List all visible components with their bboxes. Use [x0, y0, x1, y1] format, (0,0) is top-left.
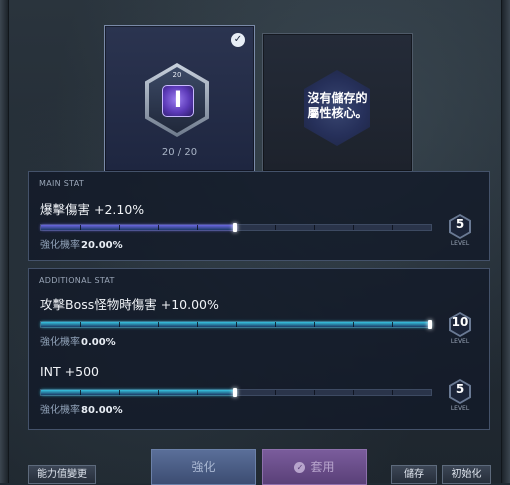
- window-frame-right: [501, 0, 510, 483]
- progress-segment-divider: [80, 322, 81, 327]
- progress-segment-divider: [314, 390, 315, 395]
- empty-slot-text-line1: 沒有儲存的: [307, 91, 368, 105]
- progress-segment-divider: [236, 322, 237, 327]
- check-icon: ✓: [231, 33, 245, 47]
- additional-stat-rate-value-2: 80.00%: [81, 405, 123, 416]
- apply-button[interactable]: ✓ 套用: [262, 449, 367, 485]
- main-stat-level: 5: [455, 217, 465, 231]
- additional-stat-rate-1: 強化機率0.00%: [40, 333, 116, 348]
- progress-segment-divider: [197, 390, 198, 395]
- stat-change-button[interactable]: 能力值變更: [28, 465, 96, 484]
- progress-tip: [428, 320, 432, 329]
- additional-stat-rate-label-1: 強化機率: [40, 337, 80, 348]
- progress-segment-divider: [158, 390, 159, 395]
- additional-stat-rate-value-1: 0.00%: [81, 337, 116, 348]
- progress-segment-divider: [353, 390, 354, 395]
- additional-stat-title: ADDITIONAL STAT: [39, 276, 115, 285]
- main-stat-level-label: LEVEL: [450, 240, 470, 247]
- additional-stat-name-2: INT +500: [40, 364, 99, 379]
- additional-stat-level-badge-2: 5 LEVEL: [444, 379, 476, 413]
- progress-segment-divider: [392, 322, 393, 327]
- main-stat-progress-fill: [41, 225, 236, 230]
- progress-segment-divider: [275, 390, 276, 395]
- main-stat-rate-label: 強化機率: [40, 240, 80, 251]
- progress-segment-divider: [119, 390, 120, 395]
- window-frame-left: [0, 0, 9, 483]
- main-stat-rate: 強化機率20.00%: [40, 236, 123, 251]
- core-count: 20 / 20: [161, 147, 198, 158]
- additional-stat-panel: ADDITIONAL STAT 攻擊Boss怪物時傷害 +10.00% 強化機率…: [28, 268, 490, 430]
- progress-segment-divider: [275, 225, 276, 230]
- main-stat-name: 爆擊傷害 +2.10%: [40, 202, 145, 217]
- progress-segment-divider: [158, 322, 159, 327]
- progress-segment-divider: [392, 390, 393, 395]
- main-stat-level-badge: 5 LEVEL: [444, 214, 476, 248]
- enhance-button[interactable]: 強化: [151, 449, 256, 485]
- additional-stat-progress-bar-2: [40, 388, 432, 397]
- apply-button-label: 套用: [310, 460, 335, 474]
- progress-segment-divider: [314, 322, 315, 327]
- progress-segment-divider: [275, 322, 276, 327]
- core-level-badge: 20: [172, 71, 182, 79]
- additional-stat-progress-fill-2: [41, 390, 236, 395]
- saved-core-slot[interactable]: 沒有儲存的 屬性核心。: [262, 33, 413, 172]
- additional-stat-rate-2: 強化機率80.00%: [40, 401, 123, 416]
- main-stat-title: MAIN STAT: [39, 179, 85, 188]
- additional-stat-level-badge-1: 10 LEVEL: [444, 312, 476, 346]
- progress-tip: [233, 388, 237, 397]
- progress-segment-divider: [353, 225, 354, 230]
- progress-segment-divider: [314, 225, 315, 230]
- main-stat-progress-bar: [40, 223, 432, 232]
- progress-tip: [233, 223, 237, 232]
- check-circle-icon: ✓: [294, 462, 306, 473]
- additional-stat-progress-bar-1: [40, 320, 432, 329]
- progress-segment-divider: [80, 225, 81, 230]
- additional-stat-level-label-1: LEVEL: [450, 338, 470, 345]
- empty-slot-text-line2: 屬性核心。: [307, 106, 368, 120]
- additional-stat-rate-label-2: 強化機率: [40, 405, 80, 416]
- equipped-core-slot[interactable]: ✓ 20 I 20 / 20: [104, 25, 255, 172]
- progress-segment-divider: [392, 225, 393, 230]
- initialize-button[interactable]: 初始化: [442, 465, 491, 484]
- progress-segment-divider: [197, 322, 198, 327]
- progress-segment-divider: [119, 225, 120, 230]
- additional-stat-level-2: 5: [455, 382, 465, 396]
- additional-stat-name-1: 攻擊Boss怪物時傷害 +10.00%: [40, 297, 219, 312]
- additional-stat-level-1: 10: [451, 315, 469, 329]
- empty-slot-text: 沒有儲存的 屬性核心。: [263, 91, 412, 121]
- progress-segment-divider: [119, 322, 120, 327]
- save-button[interactable]: 儲存: [391, 465, 437, 484]
- core-hexagon: 20 I: [145, 63, 209, 137]
- progress-segment-divider: [80, 390, 81, 395]
- progress-segment-divider: [353, 322, 354, 327]
- core-icon: I: [162, 85, 194, 117]
- main-stat-rate-value: 20.00%: [81, 240, 123, 251]
- main-stat-panel: MAIN STAT 爆擊傷害 +2.10% 強化機率20.00% 5 LEVEL: [28, 171, 490, 261]
- progress-segment-divider: [197, 225, 198, 230]
- additional-stat-level-label-2: LEVEL: [450, 405, 470, 412]
- progress-segment-divider: [158, 225, 159, 230]
